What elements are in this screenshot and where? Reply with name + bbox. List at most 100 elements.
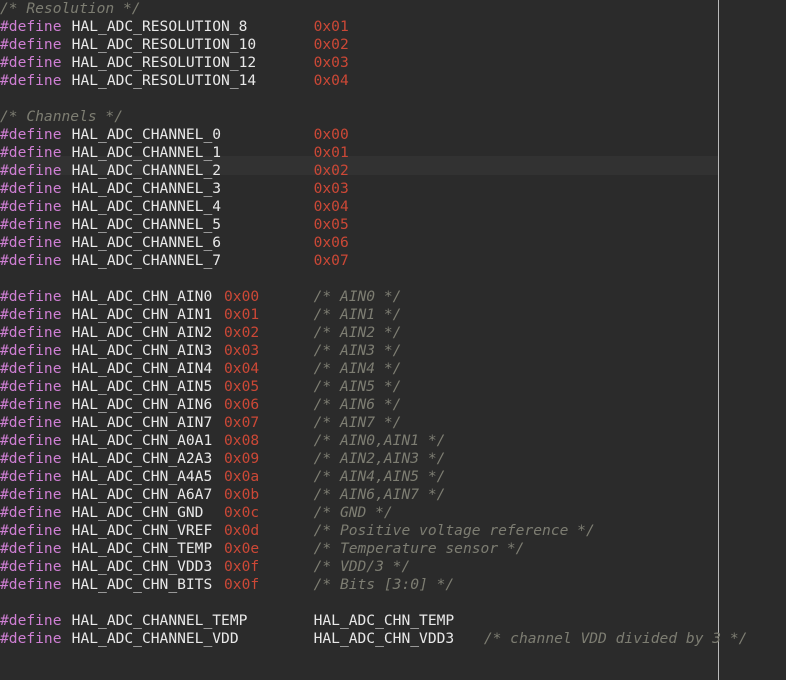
code-line[interactable]: #define HAL_ADC_CHN_AIN2 0x02 /* AIN2 */ bbox=[0, 324, 786, 342]
identifier-token: HAL_ADC_CHN_AIN4 bbox=[71, 360, 213, 377]
code-line[interactable]: /* Channels */ bbox=[0, 108, 786, 126]
comment-token: /* AIN5 */ bbox=[313, 378, 402, 395]
identifier-token: HAL_ADC_CHANNEL_2 bbox=[71, 162, 222, 179]
preprocessor-directive-token: #define bbox=[0, 432, 62, 449]
identifier-token: HAL_ADC_CHN_AIN2 bbox=[71, 324, 213, 341]
numeric-literal-token: 0x00 bbox=[313, 126, 349, 143]
code-line[interactable] bbox=[0, 270, 786, 288]
comment-token: /* AIN6,AIN7 */ bbox=[313, 486, 446, 503]
comment-token: /* Bits [3:0] */ bbox=[313, 576, 455, 593]
identifier-token: HAL_ADC_CHANNEL_TEMP bbox=[71, 612, 248, 629]
identifier-token: HAL_ADC_CHANNEL_VDD bbox=[71, 630, 239, 647]
code-line[interactable]: #define HAL_ADC_CHN_A6A7 0x0b /* AIN6,AIN7 … bbox=[0, 486, 786, 504]
comment-token: /* AIN4 */ bbox=[313, 360, 402, 377]
comment-token: /* AIN6 */ bbox=[313, 396, 402, 413]
preprocessor-directive-token: #define bbox=[0, 54, 62, 71]
code-line[interactable]: #define HAL_ADC_CHANNEL_7 0x07 bbox=[0, 252, 786, 270]
code-line[interactable]: #define HAL_ADC_CHN_BITS 0x0f /* Bits [3:0]… bbox=[0, 576, 786, 594]
code-line[interactable]: #define HAL_ADC_RESOLUTION_10 0x02 bbox=[0, 36, 786, 54]
numeric-literal-token: 0x0f bbox=[224, 558, 260, 575]
code-line[interactable]: #define HAL_ADC_CHN_AIN6 0x06 /* AIN6 */ bbox=[0, 396, 786, 414]
comment-token: /* AIN2 */ bbox=[313, 324, 402, 341]
comment-token: /* AIN7 */ bbox=[313, 414, 402, 431]
comment-token: /* AIN4,AIN5 */ bbox=[313, 468, 446, 485]
preprocessor-directive-token: #define bbox=[0, 396, 62, 413]
code-line[interactable]: #define HAL_ADC_CHN_AIN5 0x05 /* AIN5 */ bbox=[0, 378, 786, 396]
preprocessor-directive-token: #define bbox=[0, 36, 62, 53]
code-line[interactable]: #define HAL_ADC_CHN_GND 0x0c /* GND */ bbox=[0, 504, 786, 522]
identifier-token: HAL_ADC_CHANNEL_3 bbox=[71, 180, 222, 197]
code-line[interactable]: #define HAL_ADC_CHN_VREF 0x0d /* Positive v… bbox=[0, 522, 786, 540]
code-line[interactable]: #define HAL_ADC_CHANNEL_VDD HAL_ADC_CHN_VD… bbox=[0, 630, 786, 648]
preprocessor-directive-token: #define bbox=[0, 180, 62, 197]
code-line[interactable]: #define HAL_ADC_CHN_A2A3 0x09 /* AIN2,AIN3 … bbox=[0, 450, 786, 468]
code-line[interactable]: #define HAL_ADC_CHANNEL_0 0x00 bbox=[0, 126, 786, 144]
numeric-literal-token: 0x06 bbox=[313, 234, 349, 251]
code-line[interactable]: #define HAL_ADC_CHN_AIN4 0x04 /* AIN4 */ bbox=[0, 360, 786, 378]
preprocessor-directive-token: #define bbox=[0, 252, 62, 269]
code-line[interactable] bbox=[0, 90, 786, 108]
numeric-literal-token: 0x02 bbox=[313, 36, 349, 53]
identifier-token: HAL_ADC_CHN_AIN7 bbox=[71, 414, 213, 431]
identifier-token: HAL_ADC_CHN_AIN5 bbox=[71, 378, 213, 395]
identifier-token: HAL_ADC_CHANNEL_4 bbox=[71, 198, 222, 215]
code-line[interactable]: #define HAL_ADC_CHN_AIN3 0x03 /* AIN3 */ bbox=[0, 342, 786, 360]
code-line[interactable]: #define HAL_ADC_CHANNEL_1 0x01 bbox=[0, 144, 786, 162]
numeric-literal-token: 0x0e bbox=[224, 540, 260, 557]
numeric-literal-token: 0x04 bbox=[313, 198, 349, 215]
numeric-literal-token: 0x03 bbox=[224, 342, 260, 359]
identifier-token: HAL_ADC_CHANNEL_1 bbox=[71, 144, 222, 161]
preprocessor-directive-token: #define bbox=[0, 522, 62, 539]
code-line[interactable] bbox=[0, 594, 786, 612]
code-line[interactable]: #define HAL_ADC_CHANNEL_2 0x02 bbox=[0, 162, 786, 180]
code-line[interactable]: #define HAL_ADC_RESOLUTION_12 0x03 bbox=[0, 54, 786, 72]
code-line[interactable]: #define HAL_ADC_CHANNEL_6 0x06 bbox=[0, 234, 786, 252]
code-line[interactable]: #define HAL_ADC_RESOLUTION_8 0x01 bbox=[0, 18, 786, 36]
identifier-token: HAL_ADC_CHN_GND bbox=[71, 504, 204, 521]
identifier-token: HAL_ADC_RESOLUTION_14 bbox=[71, 72, 257, 89]
code-line[interactable]: /* Resolution */ bbox=[0, 0, 786, 18]
code-editor[interactable]: /* Resolution */#define HAL_ADC_RESOLUTIO… bbox=[0, 0, 786, 680]
numeric-literal-token: 0x0c bbox=[224, 504, 260, 521]
preprocessor-directive-token: #define bbox=[0, 198, 62, 215]
numeric-literal-token: 0x03 bbox=[313, 54, 349, 71]
identifier-token: HAL_ADC_CHN_VDD3 bbox=[71, 558, 213, 575]
code-line[interactable]: #define HAL_ADC_RESOLUTION_14 0x04 bbox=[0, 72, 786, 90]
numeric-literal-token: 0x05 bbox=[313, 216, 349, 233]
comment-token: /* channel VDD divided by 3 */ bbox=[483, 630, 748, 647]
comment-token: /* GND */ bbox=[313, 504, 393, 521]
comment-token: /* VDD/3 */ bbox=[313, 558, 411, 575]
code-line[interactable]: #define HAL_ADC_CHANNEL_4 0x04 bbox=[0, 198, 786, 216]
preprocessor-directive-token: #define bbox=[0, 378, 62, 395]
numeric-literal-token: 0x02 bbox=[224, 324, 260, 341]
comment-token: /* Temperature sensor */ bbox=[313, 540, 525, 557]
code-line[interactable]: #define HAL_ADC_CHANNEL_3 0x03 bbox=[0, 180, 786, 198]
code-line[interactable]: #define HAL_ADC_CHN_TEMP 0x0e /* Temperatur… bbox=[0, 540, 786, 558]
identifier-token: HAL_ADC_CHN_VDD3 bbox=[313, 630, 455, 647]
numeric-literal-token: 0x04 bbox=[224, 360, 260, 377]
code-line[interactable]: #define HAL_ADC_CHANNEL_5 0x05 bbox=[0, 216, 786, 234]
code-line[interactable]: #define HAL_ADC_CHN_VDD3 0x0f /* VDD/3 */ bbox=[0, 558, 786, 576]
code-line[interactable]: #define HAL_ADC_CHN_AIN7 0x07 /* AIN7 */ bbox=[0, 414, 786, 432]
numeric-literal-token: 0x04 bbox=[313, 72, 349, 89]
code-line[interactable]: #define HAL_ADC_CHN_AIN1 0x01 /* AIN1 */ bbox=[0, 306, 786, 324]
preprocessor-directive-token: #define bbox=[0, 468, 62, 485]
identifier-token: HAL_ADC_CHN_VREF bbox=[71, 522, 213, 539]
code-line[interactable]: #define HAL_ADC_CHN_AIN0 0x00 /* AIN0 */ bbox=[0, 288, 786, 306]
code-line[interactable]: #define HAL_ADC_CHN_A0A1 0x08 /* AIN0,AIN1 … bbox=[0, 432, 786, 450]
comment-token: /* Channels */ bbox=[0, 108, 124, 125]
code-line[interactable]: #define HAL_ADC_CHANNEL_TEMP HAL_ADC_CHN_T… bbox=[0, 612, 786, 630]
numeric-literal-token: 0x01 bbox=[224, 306, 260, 323]
numeric-literal-token: 0x09 bbox=[224, 450, 260, 467]
code-line[interactable]: #define HAL_ADC_CHN_A4A5 0x0a /* AIN4,AIN5 … bbox=[0, 468, 786, 486]
numeric-literal-token: 0x0a bbox=[224, 468, 260, 485]
identifier-token: HAL_ADC_RESOLUTION_12 bbox=[71, 54, 257, 71]
identifier-token: HAL_ADC_CHN_BITS bbox=[71, 576, 213, 593]
comment-token: /* AIN3 */ bbox=[313, 342, 402, 359]
preprocessor-directive-token: #define bbox=[0, 612, 62, 629]
preprocessor-directive-token: #define bbox=[0, 342, 62, 359]
preprocessor-directive-token: #define bbox=[0, 306, 62, 323]
identifier-token: HAL_ADC_CHN_A6A7 bbox=[71, 486, 213, 503]
identifier-token: HAL_ADC_CHN_TEMP bbox=[71, 540, 213, 557]
identifier-token: HAL_ADC_CHN_AIN1 bbox=[71, 306, 213, 323]
